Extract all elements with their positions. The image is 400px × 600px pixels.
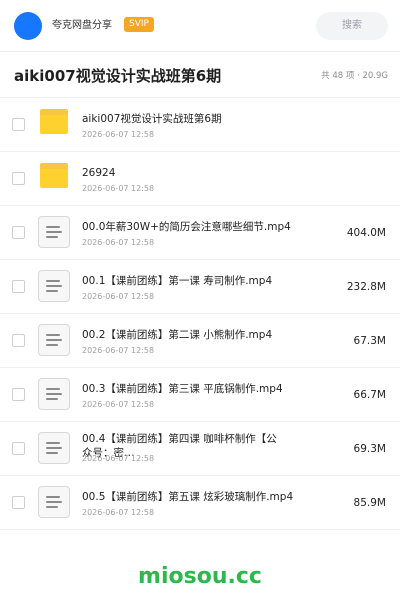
file-date: 2026-06-07 12:58	[82, 130, 155, 139]
svip-badge: SVIP	[124, 17, 154, 32]
list-item[interactable]: 00.2【课前团练】第二课 小熊制作.mp4 2026-06-07 12:58 …	[0, 314, 400, 368]
video-file-icon	[38, 432, 70, 464]
file-size: 404.0M	[346, 227, 386, 239]
list-item[interactable]: 00.4【课前团练】第四课 咖啡杯制作【公众号：密… 2026-06-07 12…	[0, 422, 400, 476]
file-size: 69.3M	[353, 443, 386, 455]
list-item[interactable]: 00.1【课前团练】第一课 寿司制作.mp4 2026-06-07 12:58 …	[0, 260, 400, 314]
file-size: 232.8M	[346, 281, 386, 293]
video-file-icon	[38, 270, 70, 302]
file-size: 67.3M	[353, 335, 386, 347]
file-size: 85.9M	[353, 497, 386, 509]
folder-icon	[38, 108, 70, 140]
folder-title-bar: aiki007视觉设计实战班第6期 共 48 项 · 20.9G	[0, 52, 400, 98]
watermark: miosou.cc	[138, 564, 262, 589]
page-title: aiki007视觉设计实战班第6期	[14, 67, 222, 85]
file-date: 2026-06-07 12:58	[82, 184, 155, 193]
file-name: 00.2【课前团练】第二课 小熊制作.mp4	[82, 329, 273, 341]
username: 夸克网盘分享	[52, 20, 112, 31]
list-item[interactable]: 00.0年薪30W+的简历会注意哪些细节.mp4 2026-06-07 12:5…	[0, 206, 400, 260]
share-page: 夸克网盘分享 SVIP 搜索 aiki007视觉设计实战班第6期 共 48 项 …	[0, 0, 400, 600]
select-checkbox[interactable]	[12, 118, 25, 131]
file-name: 00.3【课前团练】第三课 平底锅制作.mp4	[82, 383, 283, 395]
header: 夸克网盘分享 SVIP 搜索	[0, 0, 400, 52]
select-checkbox[interactable]	[12, 172, 25, 185]
select-checkbox[interactable]	[12, 442, 25, 455]
video-file-icon	[38, 378, 70, 410]
file-size: 66.7M	[353, 389, 386, 401]
file-date: 2026-06-07 12:58	[82, 454, 155, 463]
list-item[interactable]: 00.5【课前团练】第五课 炫彩玻璃制作.mp4 2026-06-07 12:5…	[0, 476, 400, 530]
file-date: 2026-06-07 12:58	[82, 292, 155, 301]
file-date: 2026-06-07 12:58	[82, 400, 155, 409]
video-file-icon	[38, 486, 70, 518]
file-name: 26924	[82, 167, 116, 179]
select-checkbox[interactable]	[12, 280, 25, 293]
list-item[interactable]: 26924 2026-06-07 12:58	[0, 152, 400, 206]
select-checkbox[interactable]	[12, 226, 25, 239]
folder-icon	[38, 162, 70, 194]
list-item[interactable]: 00.3【课前团练】第三课 平底锅制作.mp4 2026-06-07 12:58…	[0, 368, 400, 422]
file-date: 2026-06-07 12:58	[82, 238, 155, 247]
file-name: aiki007视觉设计实战班第6期	[82, 113, 222, 125]
list-item[interactable]: aiki007视觉设计实战班第6期 2026-06-07 12:58	[0, 98, 400, 152]
file-list: aiki007视觉设计实战班第6期 2026-06-07 12:58 26924…	[0, 98, 400, 530]
file-date: 2026-06-07 12:58	[82, 508, 155, 517]
video-file-icon	[38, 216, 70, 248]
select-checkbox[interactable]	[12, 496, 25, 509]
folder-summary: 共 48 项 · 20.9G	[321, 71, 388, 81]
select-checkbox[interactable]	[12, 388, 25, 401]
video-file-icon	[38, 324, 70, 356]
search-button[interactable]: 搜索	[316, 12, 388, 40]
file-name: 00.5【课前团练】第五课 炫彩玻璃制作.mp4	[82, 491, 294, 503]
file-date: 2026-06-07 12:58	[82, 346, 155, 355]
file-name: 00.1【课前团练】第一课 寿司制作.mp4	[82, 275, 273, 287]
file-name: 00.0年薪30W+的简历会注意哪些细节.mp4	[82, 221, 291, 233]
select-checkbox[interactable]	[12, 334, 25, 347]
avatar[interactable]	[14, 12, 42, 40]
